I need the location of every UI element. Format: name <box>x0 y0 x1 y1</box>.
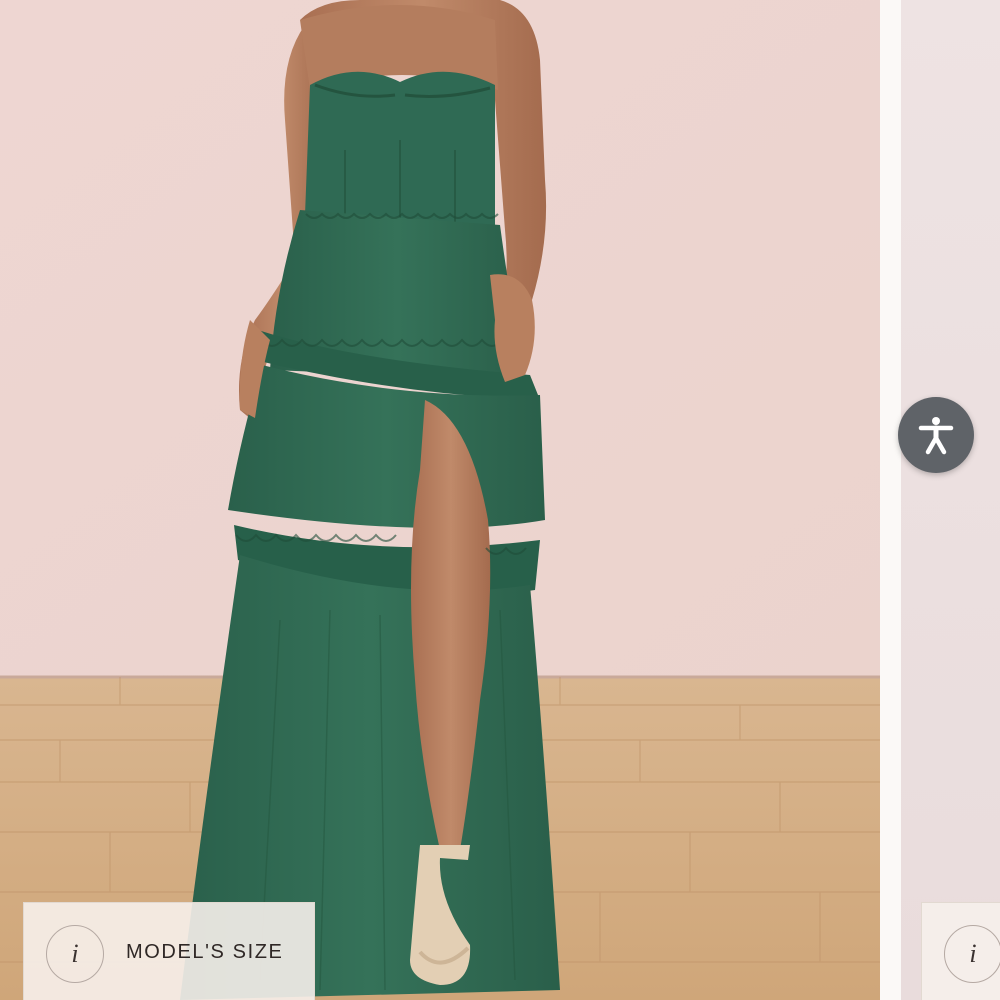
product-photo-next[interactable] <box>901 0 1000 1000</box>
models-size-button-next[interactable]: i <box>921 902 1000 1000</box>
models-size-label: MODEL'S SIZE <box>126 941 284 963</box>
models-size-button[interactable]: i MODEL'S SIZE <box>23 902 315 1000</box>
product-photo-main[interactable] <box>0 0 880 1000</box>
model-wearing-green-dress-image <box>0 0 880 1000</box>
slide-gap <box>880 0 901 1000</box>
info-icon: i <box>944 925 1000 983</box>
accessibility-person-icon <box>918 417 954 455</box>
accessibility-button[interactable] <box>898 397 974 473</box>
product-image-carousel: i MODEL'S SIZE i <box>0 0 1000 1000</box>
info-icon: i <box>46 925 104 983</box>
